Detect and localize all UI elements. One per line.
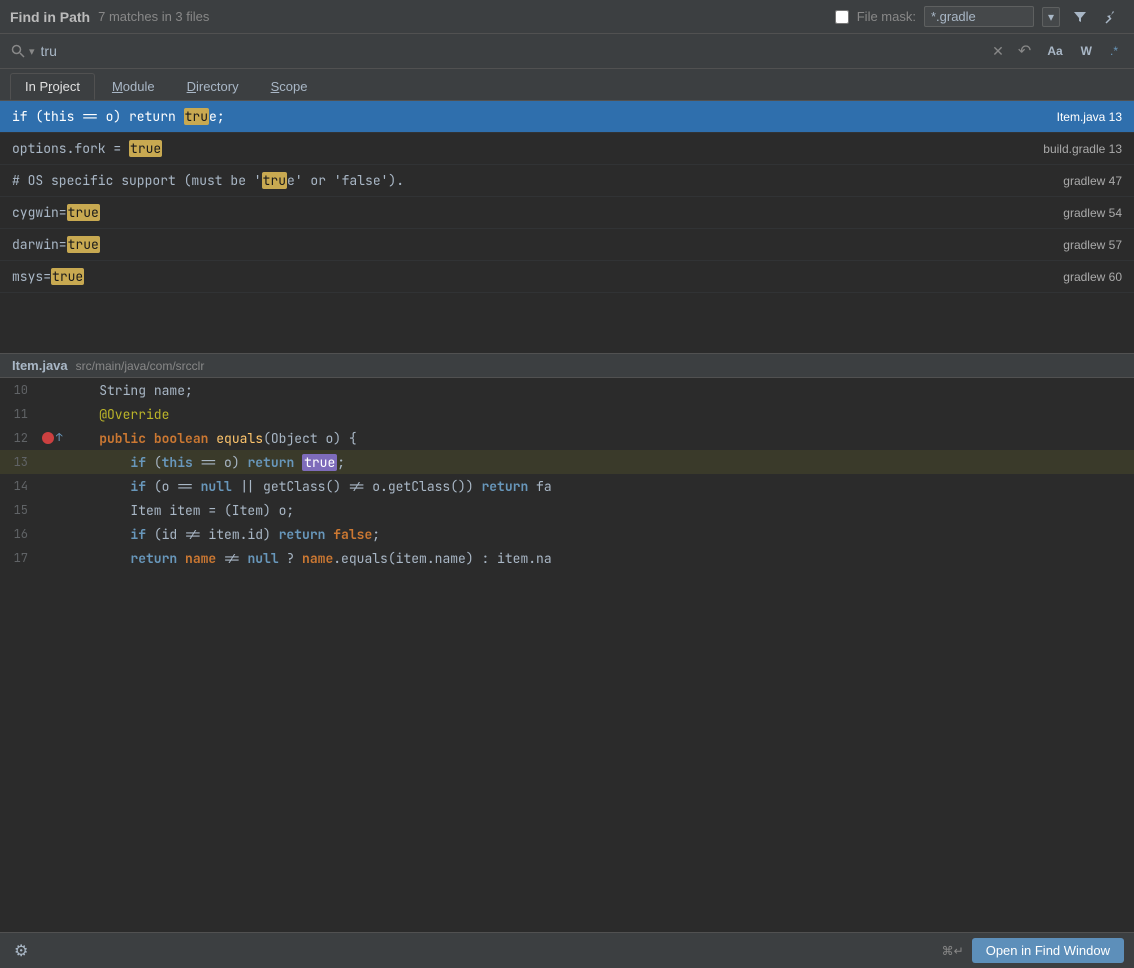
back-search-button[interactable]: ↶ <box>1014 39 1035 63</box>
line-number: 13 <box>0 454 40 470</box>
line-content: @Override <box>64 406 1134 423</box>
search-bar: ▾ ✕ ↶ Aa W .* <box>0 34 1134 69</box>
result-row[interactable]: # OS specific support (must be 'true' or… <box>0 165 1134 197</box>
filemask-checkbox[interactable] <box>835 10 849 24</box>
panel-title: Find in Path <box>10 9 90 25</box>
result-file-ref: gradlew 47 <box>1047 174 1122 188</box>
regex-button[interactable]: .* <box>1104 42 1124 60</box>
results-list: if (this == o) return true; Item.java 13… <box>0 101 1134 353</box>
footer: ⚙ ⌘↵ Open in Find Window <box>0 932 1134 968</box>
match-highlight: true <box>129 140 162 157</box>
code-preview[interactable]: .string-var { color: #a9b7c6; } .highlig… <box>0 378 1134 932</box>
code-line: 15 Item item = (Item) o; <box>0 498 1134 522</box>
match-highlight: true <box>67 236 100 253</box>
match-case-button[interactable]: Aa <box>1041 42 1068 60</box>
code-line: 17 return name != null ? name.equals(ite… <box>0 546 1134 570</box>
preview-header: Item.java src/main/java/com/srcclr <box>0 353 1134 378</box>
code-line: 12 ↑ public boolean equals(Object o) { <box>0 426 1134 450</box>
result-text: msys=true <box>12 268 1047 285</box>
open-in-find-window-button[interactable]: Open in Find Window <box>972 938 1124 963</box>
search-input[interactable] <box>41 43 983 59</box>
line-number: 11 <box>0 406 40 422</box>
line-number: 17 <box>0 550 40 566</box>
result-row[interactable]: darwin=true gradlew 57 <box>0 229 1134 261</box>
result-row[interactable]: cygwin=true gradlew 54 <box>0 197 1134 229</box>
code-line: 11 @Override <box>0 402 1134 426</box>
code-line: 14 if (o == null || getClass() != o.getC… <box>0 474 1134 498</box>
result-text: # OS specific support (must be 'true' or… <box>12 172 1047 189</box>
match-highlight: tru <box>262 172 287 189</box>
filemask-dropdown[interactable]: ▾ <box>1042 7 1060 27</box>
code-line: 10 String name; <box>0 378 1134 402</box>
clear-search-button[interactable]: ✕ <box>988 41 1008 62</box>
code-line: 13 if (this == o) return true; <box>0 450 1134 474</box>
tab-module[interactable]: Module <box>97 73 170 100</box>
line-content: String name; <box>64 382 1134 399</box>
line-number: 10 <box>0 382 40 398</box>
code-line: 16 if (id != item.id) return false; <box>0 522 1134 546</box>
result-file-ref: Item.java 13 <box>1041 110 1122 124</box>
line-content: if (this == o) return true; <box>64 454 1134 471</box>
result-row[interactable]: if (this == o) return true; Item.java 13 <box>0 101 1134 133</box>
line-content: Item item = (Item) o; <box>64 502 1134 519</box>
header: Find in Path 7 matches in 3 files File m… <box>0 0 1134 34</box>
result-text: options.fork = true <box>12 140 1027 157</box>
tab-directory[interactable]: Directory <box>172 73 254 100</box>
tab-in-project[interactable]: In Project <box>10 73 95 100</box>
match-highlight: true <box>51 268 84 285</box>
line-number: 14 <box>0 478 40 494</box>
filemask-input[interactable] <box>924 6 1034 27</box>
line-content: public boolean equals(Object o) { <box>64 430 1134 447</box>
scope-tabs: In Project Module Directory Scope <box>0 69 1134 101</box>
whole-word-button[interactable]: W <box>1075 42 1098 60</box>
find-in-path-panel: Find in Path 7 matches in 3 files File m… <box>0 0 1134 968</box>
search-icon: ▾ <box>10 43 35 59</box>
line-content: return name != null ? name.equals(item.n… <box>64 550 1134 567</box>
result-file-ref: gradlew 54 <box>1047 206 1122 220</box>
result-file-ref: gradlew 60 <box>1047 270 1122 284</box>
pin-icon[interactable] <box>1100 7 1124 27</box>
line-number: 12 <box>0 430 40 446</box>
search-dropdown-arrow[interactable]: ▾ <box>29 45 35 58</box>
result-text: cygwin=true <box>12 204 1047 221</box>
line-number: 15 <box>0 502 40 518</box>
result-text: darwin=true <box>12 236 1047 253</box>
breakpoint-icon: ↑ <box>42 431 63 445</box>
tab-scope[interactable]: Scope <box>256 73 323 100</box>
match-highlight: tru <box>184 108 209 125</box>
result-file-ref: build.gradle 13 <box>1027 142 1122 156</box>
preview-filename: Item.java <box>12 358 68 373</box>
line-gutter: ↑ <box>40 431 64 445</box>
line-number: 16 <box>0 526 40 542</box>
filemask-label: File mask: <box>857 9 916 24</box>
match-highlight: true <box>67 204 100 221</box>
line-content: if (o == null || getClass() != o.getClas… <box>64 478 1134 495</box>
line-content: if (id != item.id) return false; <box>64 526 1134 543</box>
match-count: 7 matches in 3 files <box>98 9 209 24</box>
result-text: if (this == o) return true; <box>12 108 1041 125</box>
result-row[interactable]: options.fork = true build.gradle 13 <box>0 133 1134 165</box>
shortcut-hint: ⌘↵ <box>942 944 964 958</box>
result-file-ref: gradlew 57 <box>1047 238 1122 252</box>
result-row[interactable]: msys=true gradlew 60 <box>0 261 1134 293</box>
filter-icon[interactable] <box>1068 7 1092 27</box>
preview-path: src/main/java/com/srcclr <box>76 359 205 373</box>
settings-button[interactable]: ⚙ <box>10 939 32 963</box>
